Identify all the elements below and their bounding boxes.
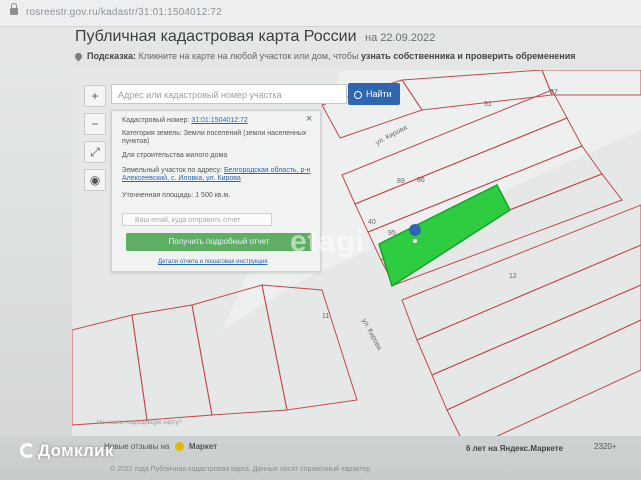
lock-icon [10,3,18,15]
reviews-count: 2320+ [594,442,617,451]
search-button-label: Найти [366,89,392,99]
date-prefix: на [365,32,378,44]
cadastral-number-link[interactable]: 31:01:1504012:72 [191,117,247,124]
category-label: Категория земель: [122,130,182,137]
url-text[interactable]: rosreestr.gov.ru/kadastr/31:01:1504012:7… [26,7,222,18]
area-row: Уточненная площадь: 1 500 кв.м. [122,192,312,200]
page-title-text: Публичная кадастровая карта России [75,28,357,45]
brand-name: Домклик [38,441,114,460]
hint-bold: узнать собственника и проверить обремене… [360,51,576,61]
get-report-button[interactable]: Получить подробный отчет [126,233,312,251]
cadastral-row: Кадастровый номер: 31:01:1504012:72 [122,117,312,125]
market-age: 6 лет на Яндекс.Маркете [466,444,563,453]
address-label: Земельный участок по адресу: [122,167,222,174]
parcel-number-86: 86 [417,177,425,184]
parcel-number-12: 12 [509,273,517,280]
browser-address-bar[interactable]: rosreestr.gov.ru/kadastr/31:01:1504012:7… [0,0,641,27]
watermark-logo: etagi [290,225,366,258]
market-link[interactable]: Маркет [189,442,217,451]
domclick-logo-icon [20,443,35,458]
market-age-text: 6 лет на Яндекс.Маркете [466,444,564,453]
fullscreen-icon[interactable]: ⤢ [84,141,106,163]
market-icon [174,442,184,452]
date-value: 22.09.2022 [380,32,436,44]
hint-label: Подсказка: [87,51,137,61]
parcel-number-89: 89 [397,178,405,185]
area-value: 1 500 кв.м. [195,192,231,199]
usage-value: Для строительства жилого дома [122,152,228,159]
report-details-link[interactable]: Детали отчета и пошаговая инструкция [158,259,268,265]
category-row: Категория земель: Земли поселений (земли… [122,130,312,146]
search-input[interactable]: Адрес или кадастровый номер участка [111,84,347,104]
hint: Подсказка: Кликните на карте на любой уч… [73,51,576,62]
page-date: на 22.09.2022 [365,32,435,44]
footer-note: © 2022 года Публичная кадастровая карта.… [110,466,371,473]
zoom-in-button[interactable]: + [84,85,106,107]
layers-icon[interactable]: ◉ [84,169,106,191]
page-title: Публичная кадастровая карта России на 22… [75,28,435,46]
parcel-number-11: 11 [322,313,329,320]
map-toolbar: + − ⤢ ◉ [84,85,106,191]
screenshot: rosreestr.gov.ru/kadastr/31:01:1504012:7… [0,0,641,480]
reviews-row: Новые отзывы на Маркет [104,442,217,452]
address-row: Земельный участок по адресу: Белгородска… [122,167,312,183]
search-button[interactable]: Найти [348,83,400,105]
pin-icon [73,51,84,62]
map-note[interactable]: Не нашли подходящую карту? [97,420,182,426]
parcel-number-40: 40 [368,219,376,226]
hint-text: Кликните на карте на любой участок или д… [138,51,359,61]
area-label: Уточненная площадь: [122,192,194,199]
email-field[interactable]: Ваш email, куда отправить отчет [122,213,272,226]
parcel-number-97: 97 [550,89,558,96]
email-placeholder: Ваш email, куда отправить отчет [135,217,241,224]
parcel-number-91: 91 [484,101,492,108]
cadastral-label: Кадастровый номер: [122,117,190,124]
search-placeholder: Адрес или кадастровый номер участка [118,90,282,100]
parcel-number-95: 95 [388,230,396,237]
search-icon [354,90,362,99]
zoom-out-button[interactable]: − [84,113,106,135]
domclick-watermark: Домклик [20,441,114,461]
